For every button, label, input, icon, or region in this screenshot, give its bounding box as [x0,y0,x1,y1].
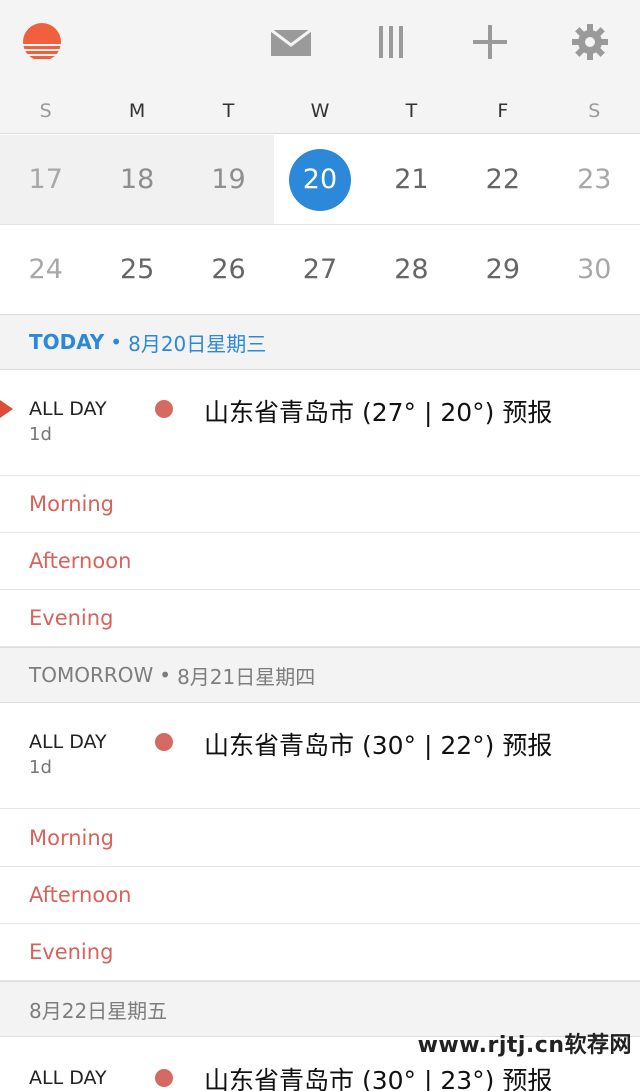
calendar-day[interactable]: 17 [0,135,92,224]
calendar-week-row: 17 18 19 20 21 22 23 [0,135,640,225]
watermark: www.rjtj.cn软荐网 [417,1033,632,1058]
time-slot-morning[interactable]: Morning [0,810,640,867]
calendar-color-dot [155,733,173,751]
calendar-day[interactable]: 27 [274,225,365,314]
calendar-day-selected[interactable]: 20 [274,135,365,224]
time-slot-afternoon[interactable]: Afternoon [0,867,640,924]
section-header-today: TODAY • 8月20日星期三 [0,314,640,370]
time-slot-evening[interactable]: Evening [0,924,640,981]
day-number: 17 [28,164,63,195]
separator-dot: • [159,663,172,687]
section-lead: TOMORROW [29,663,154,687]
calendar-day[interactable]: 30 [549,225,640,314]
time-slot-afternoon[interactable]: Afternoon [0,533,640,590]
time-slot-evening[interactable]: Evening [0,590,640,647]
weekday-header: S M T W T F S [0,88,640,134]
calendar-day[interactable]: 26 [183,225,274,314]
day-number: 18 [119,164,155,195]
columns-icon[interactable] [371,22,411,62]
day-number: 27 [302,254,338,285]
section-date: 8月21日星期四 [177,664,316,689]
calendar-day[interactable]: 21 [366,135,457,224]
sunrise-logo-icon[interactable] [22,22,62,62]
section-date: 8月22日星期五 [29,998,168,1023]
weekday-label: F [497,100,509,122]
calendar-day[interactable]: 25 [91,225,182,314]
calendar-day[interactable]: 24 [0,225,91,314]
day-number: 23 [577,164,612,195]
calendar-day[interactable]: 28 [366,225,457,314]
calendar-day[interactable]: 18 [91,135,183,224]
calendar-day[interactable]: 19 [182,135,275,224]
day-number: 21 [394,164,429,195]
mail-icon[interactable] [271,22,311,62]
event-title: 山东省青岛市 (27° | 20°) 预报 [204,398,553,427]
event-row[interactable]: ALL DAY 1d 山东省青岛市 (30° | 22°) 预报 [0,703,640,809]
calendar-color-dot [155,400,173,418]
event-time: ALL DAY [29,1067,107,1089]
calendar-day[interactable]: 23 [549,135,640,224]
calendar-day[interactable]: 22 [457,135,548,224]
section-header-tomorrow: TOMORROW • 8月21日星期四 [0,647,640,703]
day-number: 22 [485,164,520,195]
day-number: 25 [119,254,155,285]
weekday-label: S [588,100,601,122]
weekday-label: T [405,100,418,122]
section-lead: TODAY [29,330,105,354]
section-date: 8月20日星期三 [128,331,267,356]
day-number: 26 [211,254,246,285]
event-time: ALL DAY [29,398,107,420]
day-number: 19 [211,164,246,195]
plus-icon[interactable] [470,22,510,62]
day-number: 20 [288,148,351,211]
calendar-color-dot [155,1069,173,1087]
weekday-label: W [310,100,330,122]
day-number: 28 [394,254,429,285]
top-app-bar [0,0,640,88]
day-number: 30 [577,254,612,285]
weekday-label: M [128,100,146,122]
time-slot-morning[interactable]: Morning [0,476,640,533]
event-title: 山东省青岛市 (30° | 23°) 预报 [204,1066,553,1091]
event-time: ALL DAY [29,731,107,753]
day-number: 24 [28,254,63,285]
event-title: 山东省青岛市 (30° | 22°) 预报 [204,731,553,760]
gear-icon[interactable] [570,22,610,62]
separator-dot: • [110,330,123,354]
calendar-week-row: 24 25 26 27 28 29 30 [0,225,640,315]
event-duration: 1d [29,424,52,445]
day-number: 29 [485,254,520,285]
weekday-label: S [39,100,52,122]
event-duration: 1d [29,757,52,778]
calendar-day[interactable]: 29 [457,225,548,314]
now-marker-icon [0,400,13,418]
weekday-label: T [222,100,235,122]
event-row[interactable]: ALL DAY 1d 山东省青岛市 (27° | 20°) 预报 [0,370,640,476]
